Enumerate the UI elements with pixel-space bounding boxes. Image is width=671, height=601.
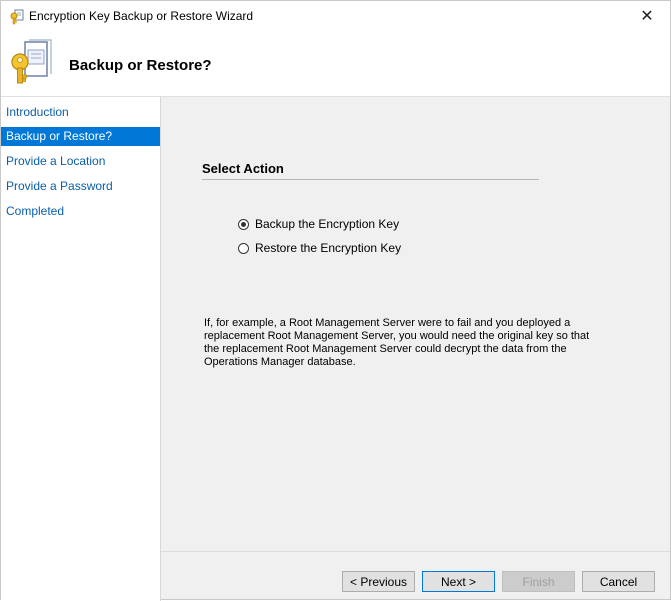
backup-option-label[interactable]: Backup the Encryption Key <box>255 217 399 231</box>
info-text: If, for example, a Root Management Serve… <box>204 317 590 368</box>
nav-item-backup-or-restore[interactable]: Backup or Restore? <box>1 127 160 146</box>
finish-button: Finish <box>502 571 575 592</box>
key-certificate-icon <box>7 36 53 86</box>
nav-item-provide-password[interactable]: Provide a Password <box>1 177 160 196</box>
wizard-header: Backup or Restore? <box>1 32 670 96</box>
wizard-step-nav: Introduction Backup or Restore? Provide … <box>1 97 161 601</box>
cancel-button[interactable]: Cancel <box>582 571 655 592</box>
next-button[interactable]: Next > <box>422 571 495 592</box>
nav-item-introduction[interactable]: Introduction <box>1 103 160 122</box>
window-title: Encryption Key Backup or Restore Wizard <box>29 9 254 23</box>
title-bar: Encryption Key Backup or Restore Wizard … <box>1 1 670 32</box>
previous-button[interactable]: < Previous <box>342 571 415 592</box>
section-title: Select Action <box>202 161 284 176</box>
key-certificate-icon <box>9 9 25 25</box>
page-title: Backup or Restore? <box>69 57 212 74</box>
nav-item-completed[interactable]: Completed <box>1 202 160 221</box>
section-divider <box>202 179 539 180</box>
nav-item-provide-location[interactable]: Provide a Location <box>1 152 160 171</box>
restore-option[interactable]: Restore the Encryption Key <box>238 240 401 256</box>
restore-option-label[interactable]: Restore the Encryption Key <box>255 241 401 255</box>
main-panel: Select Action Backup the Encryption Key … <box>161 97 670 551</box>
backup-radio[interactable] <box>238 218 249 230</box>
restore-radio[interactable] <box>238 242 249 254</box>
button-bar: < Previous Next > Finish Cancel <box>161 551 670 599</box>
wizard-window: Encryption Key Backup or Restore Wizard … <box>0 0 671 601</box>
backup-option[interactable]: Backup the Encryption Key <box>238 216 399 232</box>
close-icon[interactable]: ✕ <box>624 1 670 32</box>
